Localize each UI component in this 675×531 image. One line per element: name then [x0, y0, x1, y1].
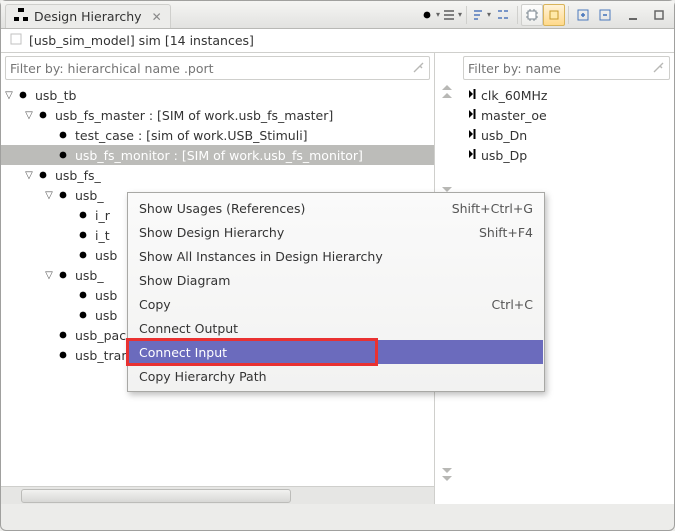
- toolbar-component-dropdown[interactable]: [419, 4, 441, 26]
- chevron-down-icon[interactable]: ▽: [23, 110, 35, 121]
- signal-label: usb_Dn: [481, 128, 527, 143]
- menu-item-label: Show Design Hierarchy: [139, 225, 284, 240]
- signal-label: clk_60MHz: [481, 88, 548, 103]
- component-orange-icon: [75, 287, 91, 303]
- menu-item-label: Connect Output: [139, 321, 238, 336]
- tree-row[interactable]: ▽ usb_fs_master : [SIM of work.usb_fs_mas…: [1, 105, 434, 125]
- menu-item-label: Show Diagram: [139, 273, 230, 288]
- signal-row[interactable]: master_oe: [459, 105, 674, 125]
- signal-row[interactable]: usb_Dn: [459, 125, 674, 145]
- menu-item[interactable]: Show All Instances in Design Hierarchy: [129, 244, 543, 268]
- signal-row[interactable]: clk_60MHz: [459, 85, 674, 105]
- clear-filter-icon[interactable]: [647, 57, 669, 79]
- tree-row-label: usb_fs_master : [SIM of work.usb_fs_mast…: [55, 108, 333, 123]
- toolbar-list-dropdown[interactable]: [441, 4, 463, 26]
- tree-row[interactable]: usb_fs_monitor : [SIM of work.usb_fs_mon…: [1, 145, 434, 165]
- menu-item-shortcut: Ctrl+C: [492, 297, 533, 312]
- signal-row[interactable]: usb_Dp: [459, 145, 674, 165]
- tree-row-label: usb_fs_monitor : [SIM of work.usb_fs_mon…: [75, 148, 363, 163]
- component-orange-icon: [35, 167, 51, 183]
- signal-in-icon: [463, 88, 477, 103]
- toolbar-expand-button[interactable]: [572, 4, 594, 26]
- tree-row-label: i_r: [95, 208, 110, 223]
- component-orange-icon: [55, 267, 71, 283]
- chevron-down-icon[interactable]: ▽: [23, 170, 35, 181]
- toolbar-chip-button[interactable]: [521, 4, 543, 26]
- component-icon: [75, 227, 91, 243]
- chevron-down-icon[interactable]: ▽: [3, 90, 15, 101]
- signals-filter[interactable]: [463, 56, 670, 80]
- tab-bar: Design Hierarchy ✕: [1, 1, 674, 29]
- tree-row-label: usb_: [75, 268, 104, 283]
- tree-row-label: usb_tb: [35, 88, 76, 103]
- menu-item-shortcut: Shift+Ctrl+G: [452, 201, 533, 216]
- scroll-down-icon[interactable]: [440, 464, 454, 484]
- scroll-up-icon[interactable]: [440, 83, 454, 103]
- menu-item[interactable]: Connect Output: [129, 316, 543, 340]
- horizontal-scrollbar[interactable]: [1, 486, 434, 504]
- component-orange-icon: [55, 187, 71, 203]
- hierarchy-filter[interactable]: [5, 56, 430, 80]
- menu-item[interactable]: Connect Input: [129, 340, 543, 364]
- breadcrumb: [usb_sim_model] sim [14 instances]: [1, 29, 674, 53]
- minimize-view-button[interactable]: [622, 4, 644, 26]
- tree-row[interactable]: test_case : [sim of work.USB_Stimuli]: [1, 125, 434, 145]
- chevron-down-icon[interactable]: ▽: [43, 270, 55, 281]
- tree-row-label: usb: [95, 288, 117, 303]
- tree-row-label: i_t: [95, 228, 110, 243]
- close-icon[interactable]: ✕: [152, 10, 162, 24]
- clear-filter-icon[interactable]: [407, 57, 429, 79]
- maximize-view-button[interactable]: [648, 4, 670, 26]
- menu-item-label: Show All Instances in Design Hierarchy: [139, 249, 383, 264]
- component-icon: [9, 32, 23, 49]
- component-orange-icon: [55, 127, 71, 143]
- hierarchy-filter-input[interactable]: [6, 59, 407, 78]
- menu-item[interactable]: Show Diagram: [129, 268, 543, 292]
- toolbar-separator: [466, 6, 467, 24]
- signal-in-icon: [463, 108, 477, 123]
- menu-item-shortcut: Shift+F4: [479, 225, 533, 240]
- menu-item[interactable]: Copy Hierarchy Path: [129, 364, 543, 388]
- signal-label: master_oe: [481, 108, 547, 123]
- chevron-down-icon[interactable]: ▽: [43, 190, 55, 201]
- component-orange-icon: [35, 107, 51, 123]
- toolbar-collapse-button[interactable]: [594, 4, 616, 26]
- view-tab-label: Design Hierarchy: [34, 9, 142, 24]
- toolbar-filter-button[interactable]: [492, 4, 514, 26]
- component-icon: [75, 247, 91, 263]
- tree-row-label: usb: [95, 248, 117, 263]
- tree-row-label: usb: [95, 308, 117, 323]
- signals-filter-input[interactable]: [464, 59, 647, 78]
- toolbar-separator: [517, 6, 518, 24]
- context-menu: Show Usages (References)Shift+Ctrl+GShow…: [127, 192, 545, 392]
- component-orange-icon: [55, 347, 71, 363]
- menu-item-label: Show Usages (References): [139, 201, 305, 216]
- hierarchy-icon: [14, 8, 28, 25]
- menu-item[interactable]: Show Design Hierarchy Shift+F4: [129, 220, 543, 244]
- menu-item[interactable]: Copy Ctrl+C: [129, 292, 543, 316]
- tree-row[interactable]: ▽ usb_tb: [1, 85, 434, 105]
- toolbar-sort-dropdown[interactable]: [470, 4, 492, 26]
- toolbar-highlight-button[interactable]: [543, 4, 565, 26]
- menu-item-label: Copy: [139, 297, 171, 312]
- view-tab-design-hierarchy[interactable]: Design Hierarchy ✕: [5, 4, 171, 28]
- tree-row[interactable]: ▽ usb_fs_: [1, 165, 434, 185]
- component-orange-icon: [55, 147, 71, 163]
- menu-item-label: Copy Hierarchy Path: [139, 369, 267, 384]
- menu-item[interactable]: Show Usages (References) Shift+Ctrl+G: [129, 196, 543, 220]
- signal-in-icon: [463, 148, 477, 163]
- component-orange-icon: [75, 307, 91, 323]
- component-icon: [75, 207, 91, 223]
- tree-row-label: usb_fs_: [55, 168, 101, 183]
- signal-in-icon: [463, 128, 477, 143]
- tree-row-label: usb_: [75, 188, 104, 203]
- component-orange-icon: [55, 327, 71, 343]
- tree-row-label: test_case : [sim of work.USB_Stimuli]: [75, 128, 308, 143]
- signal-label: usb_Dp: [481, 148, 527, 163]
- component-icon: [15, 87, 31, 103]
- menu-item-label: Connect Input: [139, 345, 227, 360]
- breadcrumb-text: [usb_sim_model] sim [14 instances]: [29, 33, 254, 48]
- toolbar-separator: [568, 6, 569, 24]
